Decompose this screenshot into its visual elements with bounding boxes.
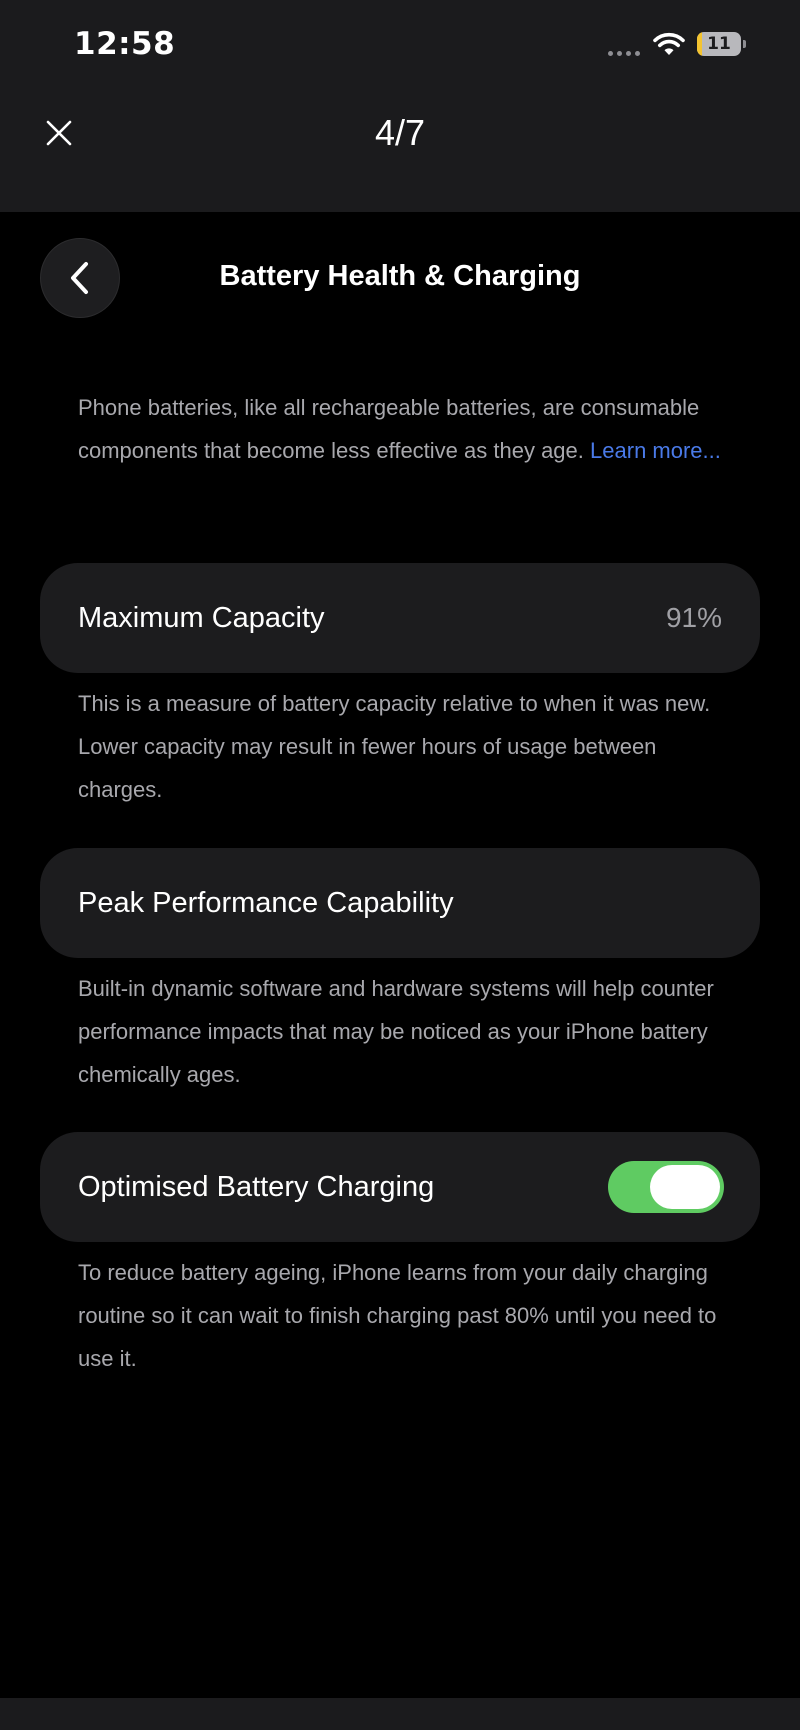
maximum-capacity-value: 91% <box>665 602 722 633</box>
toggle-knob <box>650 1165 720 1209</box>
battery-icon: 11 <box>697 32 746 56</box>
screenshot-image: Battery Health & Charging Phone batterie… <box>0 212 800 1698</box>
peak-performance-row[interactable]: Peak Performance Capability <box>40 848 760 958</box>
cellular-signal-icon <box>608 51 640 56</box>
status-time: 12:58 <box>74 26 176 62</box>
optimised-charging-description: To reduce battery ageing, iPhone learns … <box>78 1260 717 1371</box>
maximum-capacity-row[interactable]: Maximum Capacity 91% <box>40 563 760 673</box>
viewer-header: 4/7 <box>0 90 800 212</box>
peak-performance-description: Built-in dynamic software and hardware s… <box>78 976 714 1087</box>
image-viewer: 12:58 11 4/7 Battery Health & Charging P… <box>0 0 800 1730</box>
intro-text: Phone batteries, like all rechargeable b… <box>78 386 738 472</box>
battery-level: 11 <box>707 34 731 54</box>
optimised-charging-toggle[interactable] <box>608 1161 724 1213</box>
status-bar: 12:58 11 <box>0 0 800 90</box>
optimised-charging-row: Optimised Battery Charging <box>40 1132 760 1242</box>
maximum-capacity-label: Maximum Capacity <box>78 601 325 634</box>
peak-performance-label: Peak Performance Capability <box>78 886 454 919</box>
learn-more-link[interactable]: Learn more... <box>590 438 721 463</box>
page-title: Battery Health & Charging <box>219 260 581 292</box>
optimised-charging-label: Optimised Battery Charging <box>78 1170 435 1203</box>
maximum-capacity-description: This is a measure of battery capacity re… <box>78 691 711 802</box>
wifi-icon <box>653 32 685 55</box>
page-counter: 4/7 <box>374 112 426 153</box>
